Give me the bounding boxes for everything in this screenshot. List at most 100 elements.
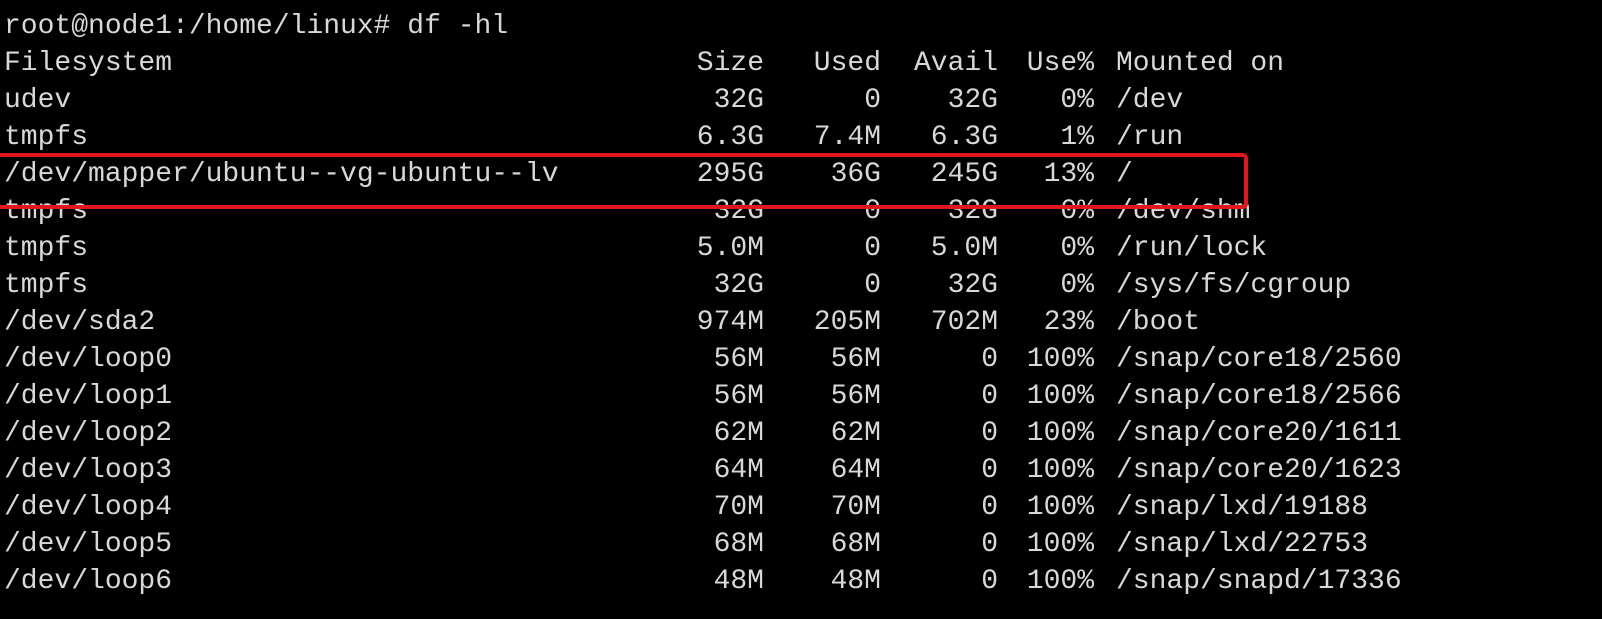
table-row: /dev/sda2 974M 205M 702M 23% /boot xyxy=(4,304,1200,341)
cell-filesystem: /dev/loop4 xyxy=(4,492,173,523)
table-row: udev 32G 0 32G 0% /dev xyxy=(4,82,1183,119)
header-used: Used xyxy=(813,48,881,79)
cell-used: 70M xyxy=(830,492,881,523)
cell-size: 70M xyxy=(713,492,764,523)
cell-used: 56M xyxy=(830,381,881,412)
cell-avail: 32G xyxy=(947,85,998,116)
cell-mounted-on: /run xyxy=(1116,122,1184,153)
cell-filesystem: /dev/sda2 xyxy=(4,307,156,338)
cell-size: 56M xyxy=(713,344,764,375)
cell-avail: 6.3G xyxy=(930,122,998,153)
cell-size: 32G xyxy=(713,270,764,301)
terminal-window[interactable]: root@node1:/home/linux# df -hl Filesyste… xyxy=(0,0,1602,619)
cell-filesystem: /dev/loop3 xyxy=(4,455,173,486)
cell-size: 32G xyxy=(713,85,764,116)
table-row: /dev/loop3 64M 64M 0 100% /snap/core20/1623 xyxy=(4,452,1402,489)
cell-use-percent: 0% xyxy=(1060,233,1094,264)
table-row-highlighted: /dev/mapper/ubuntu--vg-ubuntu--lv 295G 36G… xyxy=(4,156,1133,193)
cell-used: 205M xyxy=(813,307,881,338)
cell-mounted-on: /dev xyxy=(1116,85,1184,116)
cell-use-percent: 1% xyxy=(1060,122,1094,153)
header-filesystem: Filesystem xyxy=(4,48,173,79)
cell-used: 64M xyxy=(830,455,881,486)
cell-used: 0 xyxy=(864,85,881,116)
cell-used: 0 xyxy=(864,196,881,227)
table-row: /dev/loop0 56M 56M 0 100% /snap/core18/2560 xyxy=(4,341,1402,378)
cell-used: 68M xyxy=(830,529,881,560)
cell-size: 56M xyxy=(713,381,764,412)
cell-avail: 0 xyxy=(981,529,998,560)
cell-size: 6.3G xyxy=(696,122,764,153)
cell-filesystem: /dev/loop0 xyxy=(4,344,173,375)
table-row: /dev/loop5 68M 68M 0 100% /snap/lxd/22753 xyxy=(4,526,1368,563)
cell-size: 64M xyxy=(713,455,764,486)
cell-avail: 0 xyxy=(981,455,998,486)
command-text: df -hl xyxy=(407,11,509,42)
cell-avail: 702M xyxy=(930,307,998,338)
cell-avail: 32G xyxy=(947,270,998,301)
table-row: /dev/loop2 62M 62M 0 100% /snap/core20/1611 xyxy=(4,415,1402,452)
table-row: /dev/loop6 48M 48M 0 100% /snap/snapd/17336 xyxy=(4,563,1402,600)
cell-mounted-on: / xyxy=(1116,159,1133,190)
cell-filesystem: /dev/loop5 xyxy=(4,529,173,560)
cell-use-percent: 0% xyxy=(1060,85,1094,116)
table-row: tmpfs 5.0M 0 5.0M 0% /run/lock xyxy=(4,230,1267,267)
cell-filesystem: /dev/loop2 xyxy=(4,418,173,449)
shell-prompt: root@node1:/home/linux# xyxy=(4,11,391,42)
cell-use-percent: 0% xyxy=(1060,270,1094,301)
cell-size: 32G xyxy=(713,196,764,227)
cell-mounted-on: /snap/core20/1611 xyxy=(1116,418,1402,449)
table-row: tmpfs 32G 0 32G 0% /sys/fs/cgroup xyxy=(4,267,1351,304)
cell-filesystem: /dev/loop6 xyxy=(4,566,173,597)
cell-use-percent: 100% xyxy=(1026,418,1094,449)
cell-filesystem: tmpfs xyxy=(4,270,89,301)
cell-used: 0 xyxy=(864,270,881,301)
cell-use-percent: 100% xyxy=(1026,529,1094,560)
cell-avail: 0 xyxy=(981,566,998,597)
cell-mounted-on: /snap/lxd/22753 xyxy=(1116,529,1369,560)
cell-size: 68M xyxy=(713,529,764,560)
header-use-percent: Use% xyxy=(1026,48,1094,79)
cell-filesystem: udev xyxy=(4,85,72,116)
cell-used: 0 xyxy=(864,233,881,264)
table-header: Filesystem Size Used Avail Use% Mounted on xyxy=(4,45,1284,82)
cell-use-percent: 0% xyxy=(1060,196,1094,227)
cell-used: 36G xyxy=(830,159,881,190)
cell-size: 295G xyxy=(696,159,764,190)
cell-filesystem: /dev/loop1 xyxy=(4,381,173,412)
cell-size: 48M xyxy=(713,566,764,597)
cell-used: 62M xyxy=(830,418,881,449)
table-row: /dev/loop4 70M 70M 0 100% /snap/lxd/19188 xyxy=(4,489,1368,526)
cell-use-percent: 100% xyxy=(1026,566,1094,597)
table-row: tmpfs 32G 0 32G 0% /dev/shm xyxy=(4,193,1250,230)
cell-mounted-on: /snap/core18/2560 xyxy=(1116,344,1402,375)
cell-avail: 32G xyxy=(947,196,998,227)
cell-use-percent: 100% xyxy=(1026,344,1094,375)
table-row: tmpfs 6.3G 7.4M 6.3G 1% /run xyxy=(4,119,1183,156)
cell-mounted-on: /snap/snapd/17336 xyxy=(1116,566,1402,597)
cell-avail: 0 xyxy=(981,381,998,412)
cell-use-percent: 100% xyxy=(1026,492,1094,523)
cell-used: 48M xyxy=(830,566,881,597)
table-row: /dev/loop1 56M 56M 0 100% /snap/core18/2566 xyxy=(4,378,1402,415)
cell-mounted-on: /sys/fs/cgroup xyxy=(1116,270,1352,301)
cell-mounted-on: /dev/shm xyxy=(1116,196,1251,227)
cell-mounted-on: /snap/core18/2566 xyxy=(1116,381,1402,412)
header-avail: Avail xyxy=(913,48,998,79)
cell-size: 62M xyxy=(713,418,764,449)
cell-filesystem: tmpfs xyxy=(4,122,89,153)
header-mounted-on: Mounted on xyxy=(1116,48,1285,79)
cell-mounted-on: /snap/core20/1623 xyxy=(1116,455,1402,486)
cell-use-percent: 23% xyxy=(1043,307,1094,338)
cell-avail: 0 xyxy=(981,492,998,523)
cell-filesystem: /dev/mapper/ubuntu--vg-ubuntu--lv xyxy=(4,159,559,190)
cell-filesystem: tmpfs xyxy=(4,233,89,264)
cell-avail: 245G xyxy=(930,159,998,190)
cell-avail: 0 xyxy=(981,344,998,375)
cell-mounted-on: /snap/lxd/19188 xyxy=(1116,492,1369,523)
cell-mounted-on: /boot xyxy=(1116,307,1201,338)
cell-use-percent: 13% xyxy=(1043,159,1094,190)
cell-avail: 0 xyxy=(981,418,998,449)
cell-filesystem: tmpfs xyxy=(4,196,89,227)
cell-size: 974M xyxy=(696,307,764,338)
